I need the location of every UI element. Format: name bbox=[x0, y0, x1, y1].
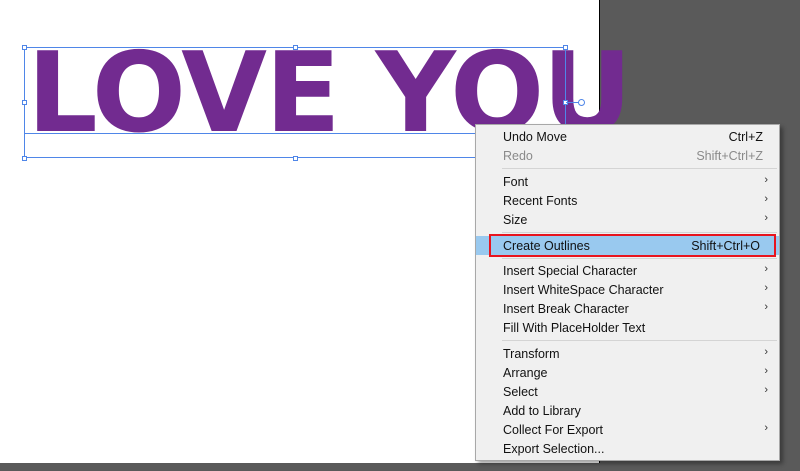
menu-item-transform[interactable]: Transform › bbox=[476, 344, 779, 363]
handle-bottom-middle[interactable] bbox=[293, 156, 298, 161]
menu-item-label: Undo Move bbox=[503, 130, 567, 144]
menu-separator bbox=[502, 168, 777, 169]
handle-bottom-left[interactable] bbox=[22, 156, 27, 161]
submenu-arrow-icon: › bbox=[764, 212, 768, 224]
handle-top-middle[interactable] bbox=[293, 45, 298, 50]
menu-separator bbox=[502, 232, 777, 233]
submenu-arrow-icon: › bbox=[764, 193, 768, 205]
menu-item-undo-move[interactable]: Undo Move Ctrl+Z bbox=[476, 127, 779, 146]
submenu-arrow-icon: › bbox=[764, 365, 768, 377]
menu-item-redo: Redo Shift+Ctrl+Z bbox=[476, 146, 779, 165]
menu-item-label: Recent Fonts bbox=[503, 194, 578, 208]
annotation-highlight-box bbox=[489, 234, 776, 257]
menu-item-label: Insert Break Character bbox=[503, 302, 629, 316]
menu-item-label: Export Selection... bbox=[503, 442, 605, 456]
context-menu: Undo Move Ctrl+Z Redo Shift+Ctrl+Z Font … bbox=[475, 124, 780, 461]
menu-item-label: Transform bbox=[503, 347, 560, 361]
menu-item-label: Select bbox=[503, 385, 538, 399]
menu-item-label: Insert WhiteSpace Character bbox=[503, 283, 664, 297]
out-port-handle[interactable] bbox=[578, 99, 585, 106]
handle-top-left[interactable] bbox=[22, 45, 27, 50]
submenu-arrow-icon: › bbox=[764, 282, 768, 294]
menu-item-shortcut: Ctrl+Z bbox=[728, 130, 763, 144]
menu-item-insert-special-character[interactable]: Insert Special Character › bbox=[476, 261, 779, 280]
menu-item-insert-break-character[interactable]: Insert Break Character › bbox=[476, 299, 779, 318]
menu-item-label: Size bbox=[503, 213, 528, 227]
menu-item-size[interactable]: Size › bbox=[476, 210, 779, 229]
menu-item-add-to-library[interactable]: Add to Library bbox=[476, 401, 779, 420]
submenu-arrow-icon: › bbox=[764, 346, 768, 358]
handle-middle-left[interactable] bbox=[22, 100, 27, 105]
menu-item-label: Add to Library bbox=[503, 404, 581, 418]
menu-item-label: Font bbox=[503, 175, 529, 189]
menu-item-label: Redo bbox=[503, 149, 533, 163]
submenu-arrow-icon: › bbox=[764, 422, 768, 434]
menu-separator bbox=[502, 258, 777, 259]
handle-top-right[interactable] bbox=[563, 45, 568, 50]
menu-item-arrange[interactable]: Arrange › bbox=[476, 363, 779, 382]
menu-item-font[interactable]: Font › bbox=[476, 172, 779, 191]
submenu-arrow-icon: › bbox=[764, 301, 768, 313]
submenu-arrow-icon: › bbox=[764, 384, 768, 396]
menu-item-label: Arrange bbox=[503, 366, 548, 380]
menu-item-select[interactable]: Select › bbox=[476, 382, 779, 401]
menu-separator bbox=[502, 340, 777, 341]
menu-item-recent-fonts[interactable]: Recent Fonts › bbox=[476, 191, 779, 210]
menu-item-fill-with-placeholder-text[interactable]: Fill With PlaceHolder Text bbox=[476, 318, 779, 337]
menu-item-shortcut: Shift+Ctrl+Z bbox=[696, 149, 763, 163]
submenu-arrow-icon: › bbox=[764, 174, 768, 186]
menu-item-export-selection[interactable]: Export Selection... bbox=[476, 439, 779, 458]
menu-item-label: Collect For Export bbox=[503, 423, 604, 437]
menu-item-label: Insert Special Character bbox=[503, 264, 638, 278]
menu-item-insert-whitespace-character[interactable]: Insert WhiteSpace Character › bbox=[476, 280, 779, 299]
menu-item-label: Fill With PlaceHolder Text bbox=[503, 321, 646, 335]
menu-item-collect-for-export[interactable]: Collect For Export › bbox=[476, 420, 779, 439]
submenu-arrow-icon: › bbox=[764, 263, 768, 275]
